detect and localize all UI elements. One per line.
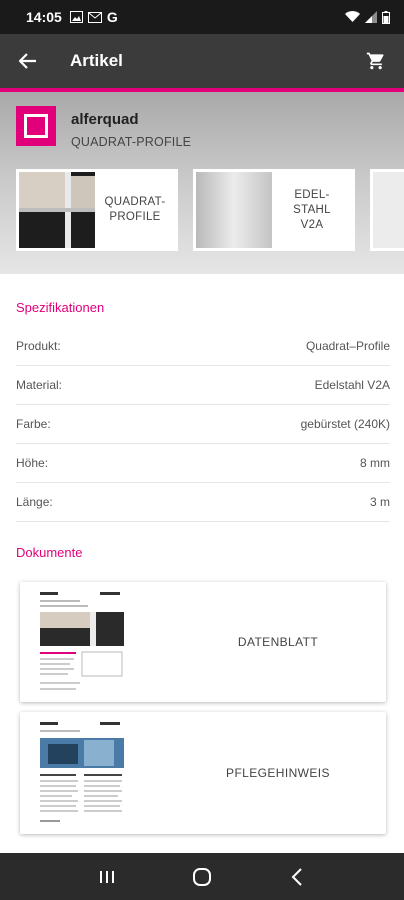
signal-icon xyxy=(365,11,377,23)
product-subtitle: QUADRAT-PROFILE xyxy=(71,135,192,149)
system-nav-bar xyxy=(0,853,404,900)
spec-key: Länge: xyxy=(16,495,53,509)
recent-apps-icon xyxy=(100,870,115,883)
document-label: PFLEGEHINWEIS xyxy=(226,766,330,780)
variant-image xyxy=(373,172,404,248)
spec-key: Farbe: xyxy=(16,417,51,431)
document-thumbnail xyxy=(38,588,124,698)
spec-value: Edelstahl V2A xyxy=(314,378,390,392)
variant-card-quadrat-profile[interactable]: QUADRAT- PROFILE xyxy=(16,169,178,251)
specs-title: Spezifikationen xyxy=(16,300,105,315)
home-button[interactable] xyxy=(182,857,222,897)
spec-row: Höhe: 8 mm xyxy=(16,444,390,483)
back-arrow-icon xyxy=(19,53,36,69)
system-icons xyxy=(345,10,390,24)
spec-value: Quadrat–Profile xyxy=(305,339,390,353)
spec-value: 8 mm xyxy=(360,456,390,470)
spec-value: 3 m xyxy=(369,495,390,509)
variant-label: EDEL- STAHL V2A xyxy=(293,188,331,231)
variant-label: QUADRAT- PROFILE xyxy=(104,196,166,223)
battery-icon xyxy=(382,10,390,24)
spec-key: Produkt: xyxy=(16,339,61,353)
spec-row: Länge: 3 m xyxy=(16,483,390,522)
image-icon xyxy=(69,11,83,23)
back-button[interactable] xyxy=(0,34,56,88)
document-card-pflegehinweis[interactable]: PFLEGEHINWEIS xyxy=(20,712,386,834)
variant-carousel[interactable]: QUADRAT- PROFILE EDEL- STAHL V2A xyxy=(16,169,404,251)
wifi-icon xyxy=(345,11,360,22)
document-thumbnail xyxy=(38,718,124,830)
cart-button[interactable] xyxy=(348,34,404,88)
documents-title: Dokumente xyxy=(16,545,83,560)
brand-logo xyxy=(16,106,56,146)
g-icon: G xyxy=(106,9,118,25)
spec-key: Material: xyxy=(16,378,63,392)
app-bar: Artikel xyxy=(0,34,404,88)
spec-key: Höhe: xyxy=(16,456,49,470)
notification-icons: G xyxy=(69,9,118,25)
product-header: alferquad QUADRAT-PROFILE QUADRAT- PROFIL… xyxy=(0,92,404,274)
variant-image xyxy=(196,172,272,248)
back-icon xyxy=(291,867,302,886)
recent-apps-button[interactable] xyxy=(87,857,127,897)
product-brand: alferquad xyxy=(71,111,139,128)
spec-row: Produkt: Quadrat–Profile xyxy=(16,327,390,366)
status-bar: 14:05 G xyxy=(0,0,404,34)
cart-icon xyxy=(366,52,384,70)
spec-value: gebürstet (240K) xyxy=(300,417,390,431)
variant-card-edelstahl[interactable]: EDEL- STAHL V2A xyxy=(193,169,355,251)
variant-image xyxy=(19,172,95,248)
mail-icon xyxy=(87,11,102,23)
document-label: DATENBLATT xyxy=(237,635,319,649)
status-time: 14:05 xyxy=(26,9,62,25)
variant-card-3[interactable] xyxy=(370,169,404,251)
nav-back-button[interactable] xyxy=(277,857,317,897)
page-title: Artikel xyxy=(70,51,123,70)
home-icon xyxy=(192,867,211,886)
spec-row: Material: Edelstahl V2A xyxy=(16,366,390,405)
spec-row: Farbe: gebürstet (240K) xyxy=(16,405,390,444)
document-card-datenblatt[interactable]: DATENBLATT xyxy=(20,582,386,702)
